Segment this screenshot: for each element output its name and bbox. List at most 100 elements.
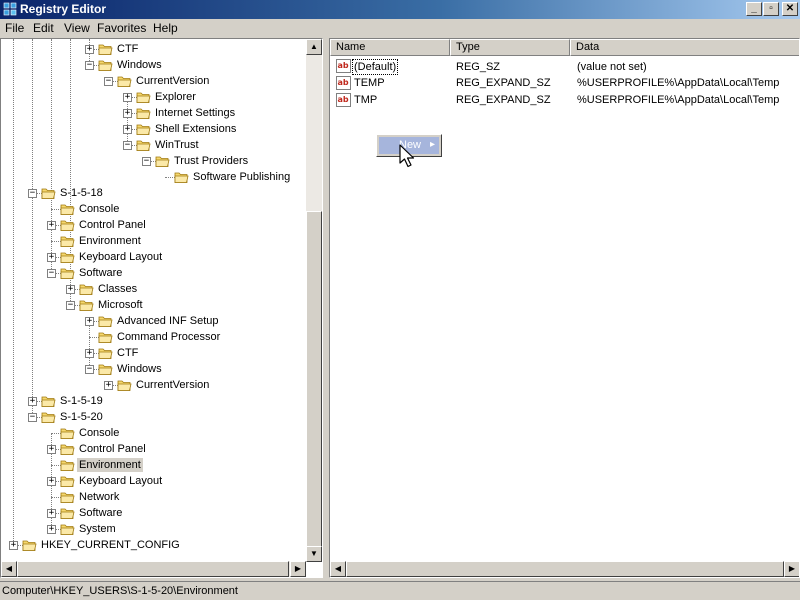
menu-help[interactable]: Help [152,21,179,35]
status-bar: Computer\HKEY_USERS\S-1-5-20\Environment [0,581,800,600]
tree-node-label[interactable]: CTF [115,346,140,360]
tree-node-label[interactable]: HKEY_CURRENT_CONFIG [39,538,182,552]
tree-vertical-scrollbar[interactable]: ▲ ▼ [306,39,322,562]
tree-node-label[interactable]: S-1-5-19 [58,394,105,408]
tree-node-label[interactable]: CurrentVersion [134,378,211,392]
tree-node-label[interactable]: Microsoft [96,298,145,312]
tree-horizontal-scrollbar[interactable]: ◀ ▶ [1,561,306,577]
scroll-up-button[interactable]: ▲ [306,39,322,55]
tree-node-label[interactable]: Network [77,490,121,504]
close-button[interactable]: ✕ [782,2,798,16]
expand-plus-icon[interactable]: + [104,381,113,390]
collapse-minus-icon[interactable]: − [66,301,75,310]
expand-plus-icon[interactable]: + [66,285,75,294]
registry-values-list[interactable]: Name Type Data ab (Default) REG_SZ (valu… [329,38,800,578]
folder-icon [41,412,56,423]
tree-node-label[interactable]: Keyboard Layout [77,250,164,264]
tree-node-label[interactable]: Software [77,506,124,520]
tree-hscroll-thumb[interactable] [17,561,289,577]
tree-node-label[interactable]: Control Panel [77,442,148,456]
tree-node-label[interactable]: S-1-5-18 [58,186,105,200]
svg-text:ab: ab [338,61,349,70]
menu-edit[interactable]: Edit [32,21,55,35]
tree-node-label[interactable]: Trust Providers [172,154,250,168]
minimize-button[interactable]: _ [746,2,762,16]
tree-node-label[interactable]: Internet Settings [153,106,237,120]
menu-favorites[interactable]: Favorites [96,21,147,35]
scroll-right-button[interactable]: ▶ [290,561,306,577]
string-value-icon: ab [336,76,351,90]
tree-node-label[interactable]: Explorer [153,90,198,104]
scroll-left-button[interactable]: ◀ [330,561,346,577]
tree-node-label[interactable]: Command Processor [115,330,222,344]
folder-icon [60,220,75,231]
folder-icon [98,44,113,55]
folder-icon [60,236,75,247]
tree-node-label[interactable]: Software [77,266,124,280]
tree-node-label[interactable]: Software Publishing [191,170,292,184]
scroll-left-button[interactable]: ◀ [1,561,17,577]
tree-node-label[interactable]: WinTrust [153,138,201,152]
tree-node-label[interactable]: Control Panel [77,218,148,232]
tree-node-label[interactable]: Shell Extensions [153,122,238,136]
collapse-minus-icon[interactable]: − [142,157,151,166]
menu-file[interactable]: File [4,21,25,35]
list-horizontal-scrollbar[interactable]: ◀ ▶ [330,561,799,577]
scroll-right-button[interactable]: ▶ [784,561,799,577]
expand-plus-icon[interactable]: + [47,509,56,518]
collapse-minus-icon[interactable]: − [123,141,132,150]
collapse-minus-icon[interactable]: − [28,413,37,422]
folder-icon [98,60,113,71]
expand-plus-icon[interactable]: + [123,125,132,134]
tree-node-label[interactable]: CTF [115,42,140,56]
tree-connector-vertical [51,39,52,273]
expand-plus-icon[interactable]: + [47,477,56,486]
expand-plus-icon[interactable]: + [85,317,94,326]
collapse-minus-icon[interactable]: − [104,77,113,86]
expand-plus-icon[interactable]: + [47,525,56,534]
collapse-minus-icon[interactable]: − [47,269,56,278]
tree-node-label[interactable]: System [77,522,118,536]
tree-vscroll-thumb[interactable] [306,211,322,547]
scroll-down-button[interactable]: ▼ [306,546,322,562]
column-header-data[interactable]: Data [570,39,799,56]
column-header-name[interactable]: Name [330,39,450,56]
expand-plus-icon[interactable]: + [9,541,18,550]
expand-plus-icon[interactable]: + [123,93,132,102]
value-type: REG_SZ [456,61,501,73]
expand-plus-icon[interactable]: + [123,109,132,118]
folder-icon [136,140,151,151]
title-bar[interactable]: Registry Editor _ ▫ ✕ [0,0,800,19]
tree-connector-vertical [13,39,14,545]
tree-node-label[interactable]: Environment [77,458,143,472]
folder-icon [98,316,113,327]
tree-node-label[interactable]: S-1-5-20 [58,410,105,424]
tree-node-label[interactable]: Console [77,426,121,440]
tree-node-label[interactable]: Environment [77,234,143,248]
folder-icon [60,508,75,519]
menu-view[interactable]: View [63,21,91,35]
expand-plus-icon[interactable]: + [28,397,37,406]
expand-plus-icon[interactable]: + [85,45,94,54]
tree-node-label[interactable]: CurrentVersion [134,74,211,88]
expand-plus-icon[interactable]: + [47,221,56,230]
folder-icon [117,76,132,87]
tree-node-label[interactable]: Keyboard Layout [77,474,164,488]
list-hscroll-thumb[interactable] [346,561,784,577]
collapse-minus-icon[interactable]: − [85,365,94,374]
collapse-minus-icon[interactable]: − [28,189,37,198]
expand-plus-icon[interactable]: + [85,349,94,358]
tree-node-label[interactable]: Windows [115,58,164,72]
tree-node-label[interactable]: Advanced INF Setup [115,314,221,328]
mouse-pointer-icon [399,144,415,168]
column-header-type[interactable]: Type [450,39,570,56]
collapse-minus-icon[interactable]: − [85,61,94,70]
tree-node-label[interactable]: Console [77,202,121,216]
registry-key-tree[interactable]: + CTF − Windows − CurrentVersion + Explorer + Int… [0,38,323,578]
window-title: Registry Editor [20,2,107,16]
expand-plus-icon[interactable]: + [47,253,56,262]
maximize-button[interactable]: ▫ [763,2,779,16]
tree-node-label[interactable]: Windows [115,362,164,376]
expand-plus-icon[interactable]: + [47,445,56,454]
tree-node-label[interactable]: Classes [96,282,139,296]
